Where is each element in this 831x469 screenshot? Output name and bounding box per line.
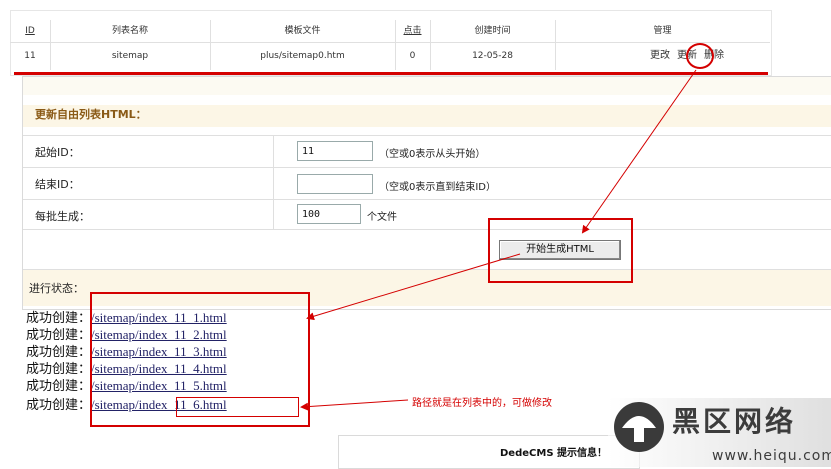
annotation-arrows [300,69,697,411]
watermark-logo-icon [614,402,664,452]
watermark-name: 黑区网络 [672,405,797,438]
message-box-title: DedeCMS 提示信息！ [500,448,607,459]
arrow-to-button [581,69,697,234]
mushroom-icon [622,416,656,442]
arrow-to-files [306,253,521,321]
watermark-url: www.heiqu.com [712,448,831,464]
arrow-to-filename [300,399,409,411]
